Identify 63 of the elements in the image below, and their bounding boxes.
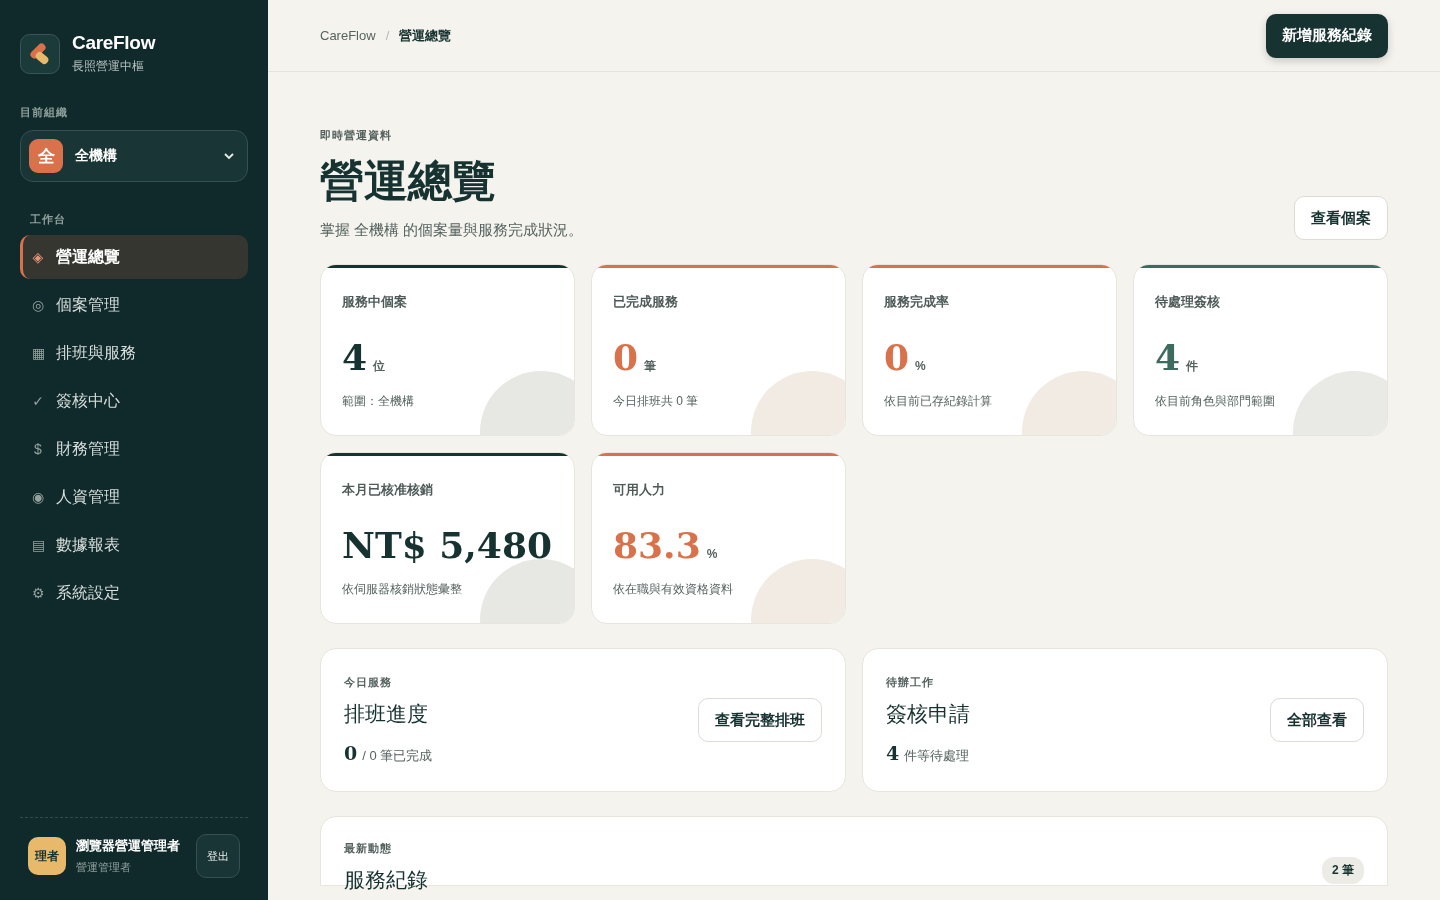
breadcrumb-separator: / — [385, 28, 390, 43]
stat-value: NT$ 5,480 — [342, 527, 552, 564]
section-label: 工作台 — [30, 212, 66, 227]
user-name: 瀏覽器營運管理者 — [76, 837, 181, 855]
panel-title: 簽核申請 — [886, 701, 970, 729]
chevron-down-icon — [223, 152, 235, 160]
stat-value: 83.3 — [613, 527, 701, 564]
page-title: 營運總覽 — [320, 157, 496, 206]
stat-label: 已完成服務 — [613, 293, 678, 312]
stat-unit: % — [915, 359, 926, 374]
count-badge: 2 筆 — [1322, 857, 1364, 885]
panel-caption: 件等待處理 — [904, 747, 970, 766]
stat-value: 0 — [613, 339, 639, 376]
nav-item[interactable]: ▤ 數據報表 — [20, 523, 248, 567]
stat-label: 待處理簽核 — [1155, 293, 1220, 312]
user-avatar: 理者 — [28, 837, 66, 875]
nav-item[interactable]: ◉ 人資管理 — [20, 475, 248, 519]
nav-item[interactable]: ✓ 簽核中心 — [20, 379, 248, 423]
stat-unit: % — [706, 547, 718, 562]
panel-eyebrow: 最新動態 — [344, 841, 392, 857]
nav-item[interactable]: ◈ 營運總覽 — [20, 235, 248, 279]
app-name: CareFlow — [72, 32, 156, 54]
section-label: 目前組織 — [20, 105, 68, 120]
stat-label: 服務完成率 — [884, 293, 949, 312]
logo-icon — [20, 33, 60, 74]
panel-button[interactable]: 查看完整排班 — [698, 698, 822, 743]
stat-label: 服務中個案 — [342, 293, 407, 312]
stat-value: 0 — [884, 339, 910, 376]
stat-value: 4 — [342, 339, 368, 376]
logout-button[interactable]: 登出 — [196, 834, 240, 878]
panel-button[interactable]: 全部查看 — [1270, 698, 1364, 743]
panel-eyebrow: 待辦工作 — [886, 675, 934, 691]
user-role: 營運管理者 — [76, 860, 132, 875]
stat-note: 範圍：全機構 — [342, 393, 414, 411]
page-eyebrow: 即時營運資料 — [320, 128, 392, 143]
app-subtitle: 長照營運中樞 — [72, 58, 145, 75]
panel-count: 4 — [886, 742, 900, 765]
panel-count: 0 — [344, 742, 358, 765]
panel-caption: / 0 筆已完成 — [362, 747, 433, 766]
new-record-button[interactable]: 新增服務紀錄 — [1266, 13, 1388, 58]
stat-note: 依目前角色與部門範圍 — [1155, 393, 1275, 411]
stat-note: 今日排班共 0 筆 — [613, 393, 699, 411]
stat-note: 依伺服器核銷狀態彙整 — [342, 581, 462, 599]
stat-note: 依目前已存紀錄計算 — [884, 393, 992, 411]
stat-unit: 筆 — [644, 358, 657, 376]
stat-unit: 位 — [373, 358, 386, 376]
stat-value: 4 — [1155, 339, 1181, 376]
nav-item[interactable]: $ 財務管理 — [20, 427, 248, 471]
organization-select[interactable]: 全 全機構 — [20, 130, 248, 182]
view-cases-button[interactable]: 查看個案 — [1294, 196, 1388, 241]
nav-item[interactable]: ▦ 排班與服務 — [20, 331, 248, 375]
panel-eyebrow: 今日服務 — [344, 675, 392, 691]
breadcrumb-item[interactable]: CareFlow — [320, 28, 376, 43]
nav-item[interactable]: ⚙ 系統設定 — [20, 571, 248, 615]
stat-label: 可用人力 — [613, 481, 665, 500]
page-description: 掌握 全機構 的個案量與服務完成狀況。 — [320, 221, 584, 241]
panel-title: 服務紀錄 — [344, 867, 428, 895]
nav-item[interactable]: ◎ 個案管理 — [20, 283, 248, 327]
stat-note: 依在職與有效資格資料 — [613, 581, 733, 599]
breadcrumb-item[interactable]: 營運總覽 — [399, 26, 452, 45]
panel-title: 排班進度 — [344, 701, 428, 729]
stat-label: 本月已核准核銷 — [342, 481, 433, 500]
stat-unit: 件 — [1186, 358, 1199, 376]
